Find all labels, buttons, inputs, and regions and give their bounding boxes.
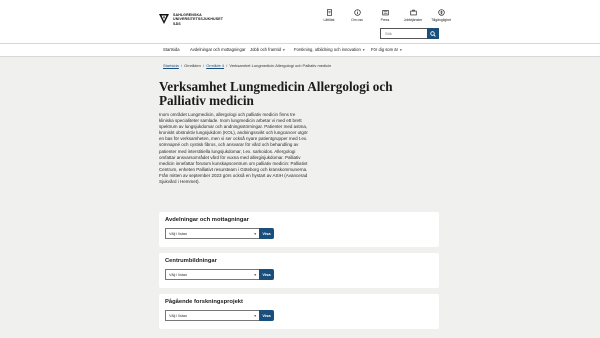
document-icon: [326, 9, 332, 16]
newspaper-icon: [381, 10, 389, 16]
tool-press[interactable]: Press: [374, 9, 396, 22]
breadcrumb-separator: /: [180, 63, 183, 68]
breadcrumb-separator: /: [226, 63, 228, 68]
card-select[interactable]: Välj i listan ▾: [165, 310, 259, 321]
breadcrumb-item: Områden: [184, 63, 201, 68]
nav-avdelningar[interactable]: Avdelningar och mottagningar: [190, 47, 246, 52]
tool-tillganglighet[interactable]: Tillgänglighet: [430, 9, 452, 22]
search-icon: [430, 30, 436, 37]
tool-label: Tillgänglighet: [431, 18, 451, 22]
logo-line: SÄS: [173, 21, 181, 26]
card-forskningsprojekt: Pågående forskningsprojekt Välj i listan…: [159, 294, 439, 329]
nav-label: För dig som är: [371, 47, 398, 52]
nav-forskning[interactable]: Forskning, utbildning och innovation ▾: [294, 47, 365, 52]
tool-om-oss[interactable]: Om oss: [346, 9, 368, 22]
select-value: Välj i listan: [169, 272, 188, 277]
show-button[interactable]: Visa: [259, 228, 274, 239]
card-title: Pågående forskningsprojekt: [165, 299, 243, 305]
chevron-down-icon: ▾: [254, 272, 256, 277]
accessibility-icon: [437, 9, 445, 16]
nav-label: Forskning, utbildning och innovation: [294, 47, 361, 52]
tool-jobbtjanster[interactable]: Jobbtjänster: [402, 9, 424, 22]
nav-label: Jobb och framtid: [250, 47, 281, 52]
select-value: Välj i listan: [169, 313, 188, 318]
breadcrumb-separator: /: [202, 63, 205, 68]
select-value: Välj i listan: [169, 231, 188, 236]
breadcrumb: Startsida / Områden / Område 4 / Verksam…: [163, 63, 331, 68]
tool-label: Lättläst: [323, 18, 335, 22]
site-header: SAHLGRENSKA UNIVERSITETSSJUKHUSET SÄS Lä…: [0, 0, 600, 43]
chevron-down-icon: ▾: [254, 313, 256, 318]
chevron-down-icon: ▾: [254, 231, 256, 236]
tool-label: Om oss: [351, 18, 363, 22]
chevron-down-icon: ▾: [362, 47, 365, 52]
page-intro: Inom området Lungmedicin, allergologi oc…: [159, 112, 308, 185]
tool-lattlast[interactable]: Lättläst: [318, 9, 340, 22]
logo-line: UNIVERSITETSSJUKHUSET: [173, 17, 224, 22]
main-nav: Startsida Avdelningar och mottagningar J…: [0, 43, 600, 57]
chevron-down-icon: ▾: [282, 47, 285, 52]
nav-startsida[interactable]: Startsida: [163, 47, 180, 52]
breadcrumb-link[interactable]: Startsida: [163, 63, 179, 68]
info-icon: [353, 9, 361, 16]
page-title: Verksamhet Lungmedicin Allergologi och P…: [159, 79, 393, 108]
card-title: Avdelningar och mottagningar: [165, 217, 249, 223]
briefcase-icon: [409, 9, 417, 16]
site-logo[interactable]: SAHLGRENSKA UNIVERSITETSSJUKHUSET SÄS: [158, 13, 223, 26]
nav-label: Avdelningar och mottagningar: [190, 47, 246, 52]
card-avdelningar: Avdelningar och mottagningar Välj i list…: [159, 212, 439, 247]
breadcrumb-link[interactable]: Område 4: [206, 63, 224, 68]
header-tools: Lättläst Om oss Press Jobbtjänster Tillg…: [318, 9, 458, 22]
nav-label: Startsida: [163, 47, 180, 52]
search-bar: [380, 28, 439, 39]
card-centrumbildningar: Centrumbildningar Välj i listan ▾ Visa: [159, 253, 439, 288]
card-title: Centrumbildningar: [165, 258, 217, 264]
logo-text: SAHLGRENSKA UNIVERSITETSSJUKHUSET SÄS: [173, 13, 223, 26]
card-select[interactable]: Välj i listan ▾: [165, 228, 259, 239]
breadcrumb-current: Verksamhet Lungmedicin Allergologi och P…: [229, 63, 332, 68]
search-button[interactable]: [427, 28, 439, 39]
tool-label: Press: [380, 18, 390, 22]
nav-jobb[interactable]: Jobb och framtid ▾: [250, 47, 285, 52]
tool-label: Jobbtjänster: [403, 18, 423, 22]
show-button[interactable]: Visa: [259, 310, 274, 321]
show-button[interactable]: Visa: [259, 269, 274, 280]
nav-for-dig[interactable]: För dig som är ▾: [371, 47, 402, 52]
search-input[interactable]: [380, 28, 427, 39]
card-select[interactable]: Välj i listan ▾: [165, 269, 259, 280]
chevron-down-icon: ▾: [400, 47, 402, 52]
logo-mark-icon: [159, 14, 169, 24]
